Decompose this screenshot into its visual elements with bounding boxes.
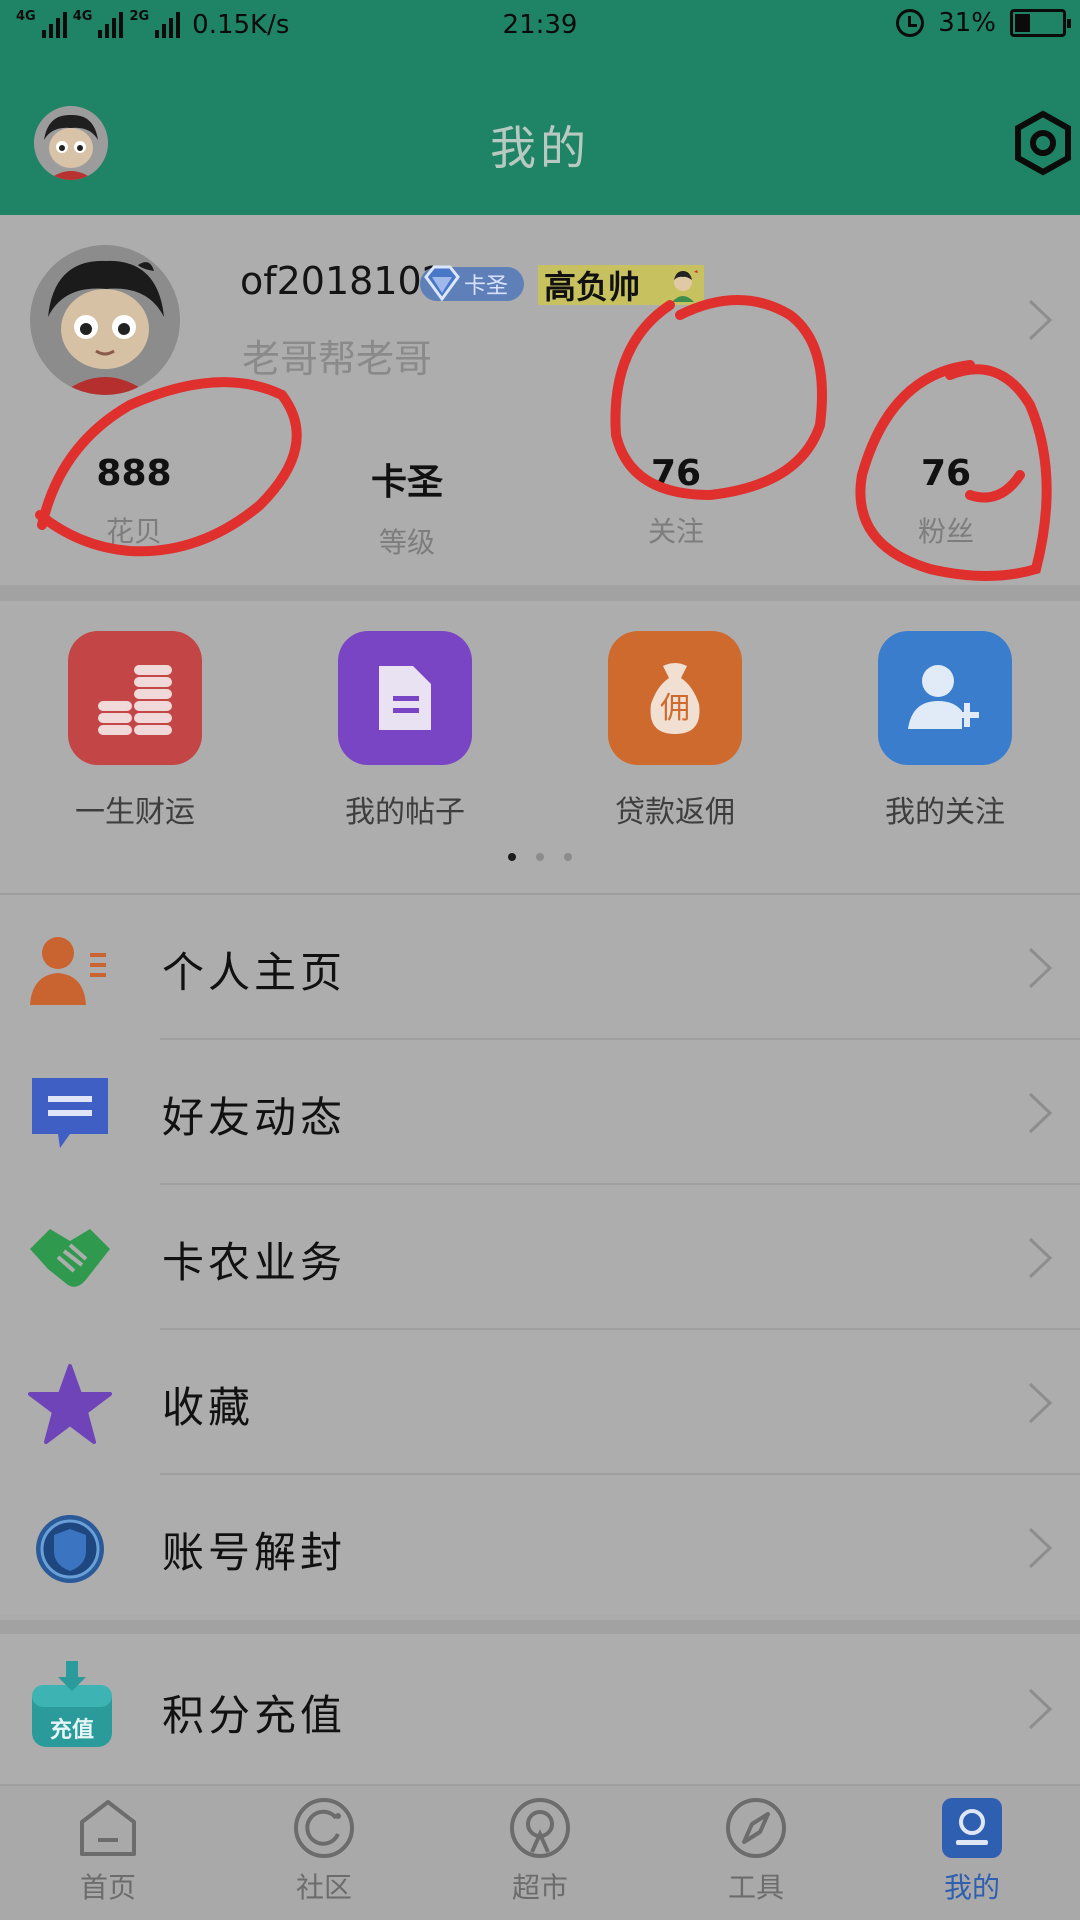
chevron-right-icon [1026,1090,1054,1140]
chevron-right-icon [1026,1525,1054,1575]
shortcut-grid: 一生财运 我的帖子 佣 贷款返佣 我的关注 [0,601,1080,893]
chevron-right-icon [1026,1686,1054,1736]
battery-icon [1010,9,1071,37]
page-dot[interactable] [564,853,572,861]
settings-button[interactable] [1010,110,1076,176]
nav-tools[interactable]: 工具 [648,1796,864,1906]
community-icon [292,1796,356,1860]
page-dot[interactable] [536,853,544,861]
chat-icon [28,1076,112,1152]
section-divider [0,1620,1080,1634]
recharge-icon-text: 充值 [50,1717,94,1743]
nav-mine[interactable]: 我的 [864,1796,1080,1906]
chevron-right-icon [1026,945,1054,995]
menu-label: 个人主页 [162,948,347,997]
menu-label: 卡农业务 [162,1238,347,1287]
alarm-icon [896,9,925,37]
nav-label: 工具 [727,1871,784,1904]
menu-label: 积分充值 [162,1691,347,1740]
menu-list: 个人主页 好友动态 卡农业务 收藏 账号解封 [0,895,1080,1615]
annotation-circle [35,377,302,557]
chevron-right-icon[interactable] [1026,297,1054,347]
stat-level[interactable]: 卡圣 等级 [287,453,527,561]
nav-home[interactable]: 首页 [0,1796,216,1906]
menu-item-favorites[interactable]: 收藏 [0,1330,1080,1475]
handshake-icon [28,1221,112,1297]
annotation-circle [610,295,827,501]
coins-icon [68,631,202,765]
diamond-icon [424,265,460,302]
nav-label: 社区 [295,1871,352,1904]
vip-badge: 卡圣 [420,265,524,302]
nav-label: 超市 [511,1871,568,1904]
stat-value: 卡圣 [370,462,443,503]
nav-market[interactable]: 超市 [432,1796,648,1906]
grid-label: 贷款返佣 [615,795,735,830]
section-divider [0,585,1080,601]
status-right: 31% [896,8,1071,38]
menu-item-friend-feed[interactable]: 好友动态 [0,1040,1080,1185]
shield-icon [28,1511,112,1587]
grid-item-my-following[interactable]: 我的关注 [810,631,1080,831]
menu-item-kanong-business[interactable]: 卡农业务 [0,1185,1080,1330]
vip-label: 卡圣 [464,274,509,299]
annotation-circle [855,360,1052,581]
status-bar: 4G 4G 2G 0.15K/s 21:39 31% [0,0,1080,52]
nav-label: 我的 [943,1871,1000,1904]
profile-card-icon [28,931,112,1007]
menu-label: 收藏 [162,1383,255,1432]
home-icon [76,1796,140,1860]
battery-fill [1015,14,1030,32]
nav-community[interactable]: 社区 [216,1796,432,1906]
grid-label: 一生财运 [75,795,195,830]
market-icon [508,1796,572,1860]
document-icon [338,631,472,765]
menu-label: 账号解封 [162,1528,347,1577]
money-bag-icon: 佣 [608,631,742,765]
username: of2018102 [240,259,446,303]
profile-icon [940,1796,1004,1860]
recharge-icon: 充值 [28,1661,116,1752]
page-indicator [0,853,1080,861]
settings-icon [1015,110,1071,176]
page-title: 我的 [490,121,590,175]
nav-label: 首页 [79,1871,136,1904]
grid-item-fortune[interactable]: 一生财运 [0,631,270,831]
page-dot[interactable] [508,853,516,861]
compass-icon [724,1796,788,1860]
grid-item-my-posts[interactable]: 我的帖子 [270,631,540,831]
star-icon [28,1364,112,1444]
grid-label: 我的帖子 [345,795,465,830]
bottom-nav: 首页 社区 超市 工具 我的 [0,1784,1080,1920]
grid-item-loan-rebate[interactable]: 佣 贷款返佣 [540,631,810,831]
app-header: 4G 4G 2G 0.15K/s 21:39 31% 我的 [0,0,1080,215]
menu-label: 好友动态 [162,1093,347,1142]
stat-label: 等级 [378,526,435,559]
menu-item-profile[interactable]: 个人主页 [0,895,1080,1040]
chevron-right-icon [1026,1235,1054,1285]
grid-label: 我的关注 [885,795,1005,830]
chevron-right-icon [1026,1380,1054,1430]
menu-item-points-recharge[interactable]: 充值 积分充值 [0,1634,1080,1784]
battery-percent: 31% [938,8,996,38]
svg-text:佣: 佣 [660,691,690,726]
add-user-icon [878,631,1012,765]
menu-item-account-unblock[interactable]: 账号解封 [0,1475,1080,1615]
profile-card[interactable]: of2018102 卡圣 高负帅 老哥帮老哥 888 花贝 卡圣 等级 76 关 [0,215,1080,585]
